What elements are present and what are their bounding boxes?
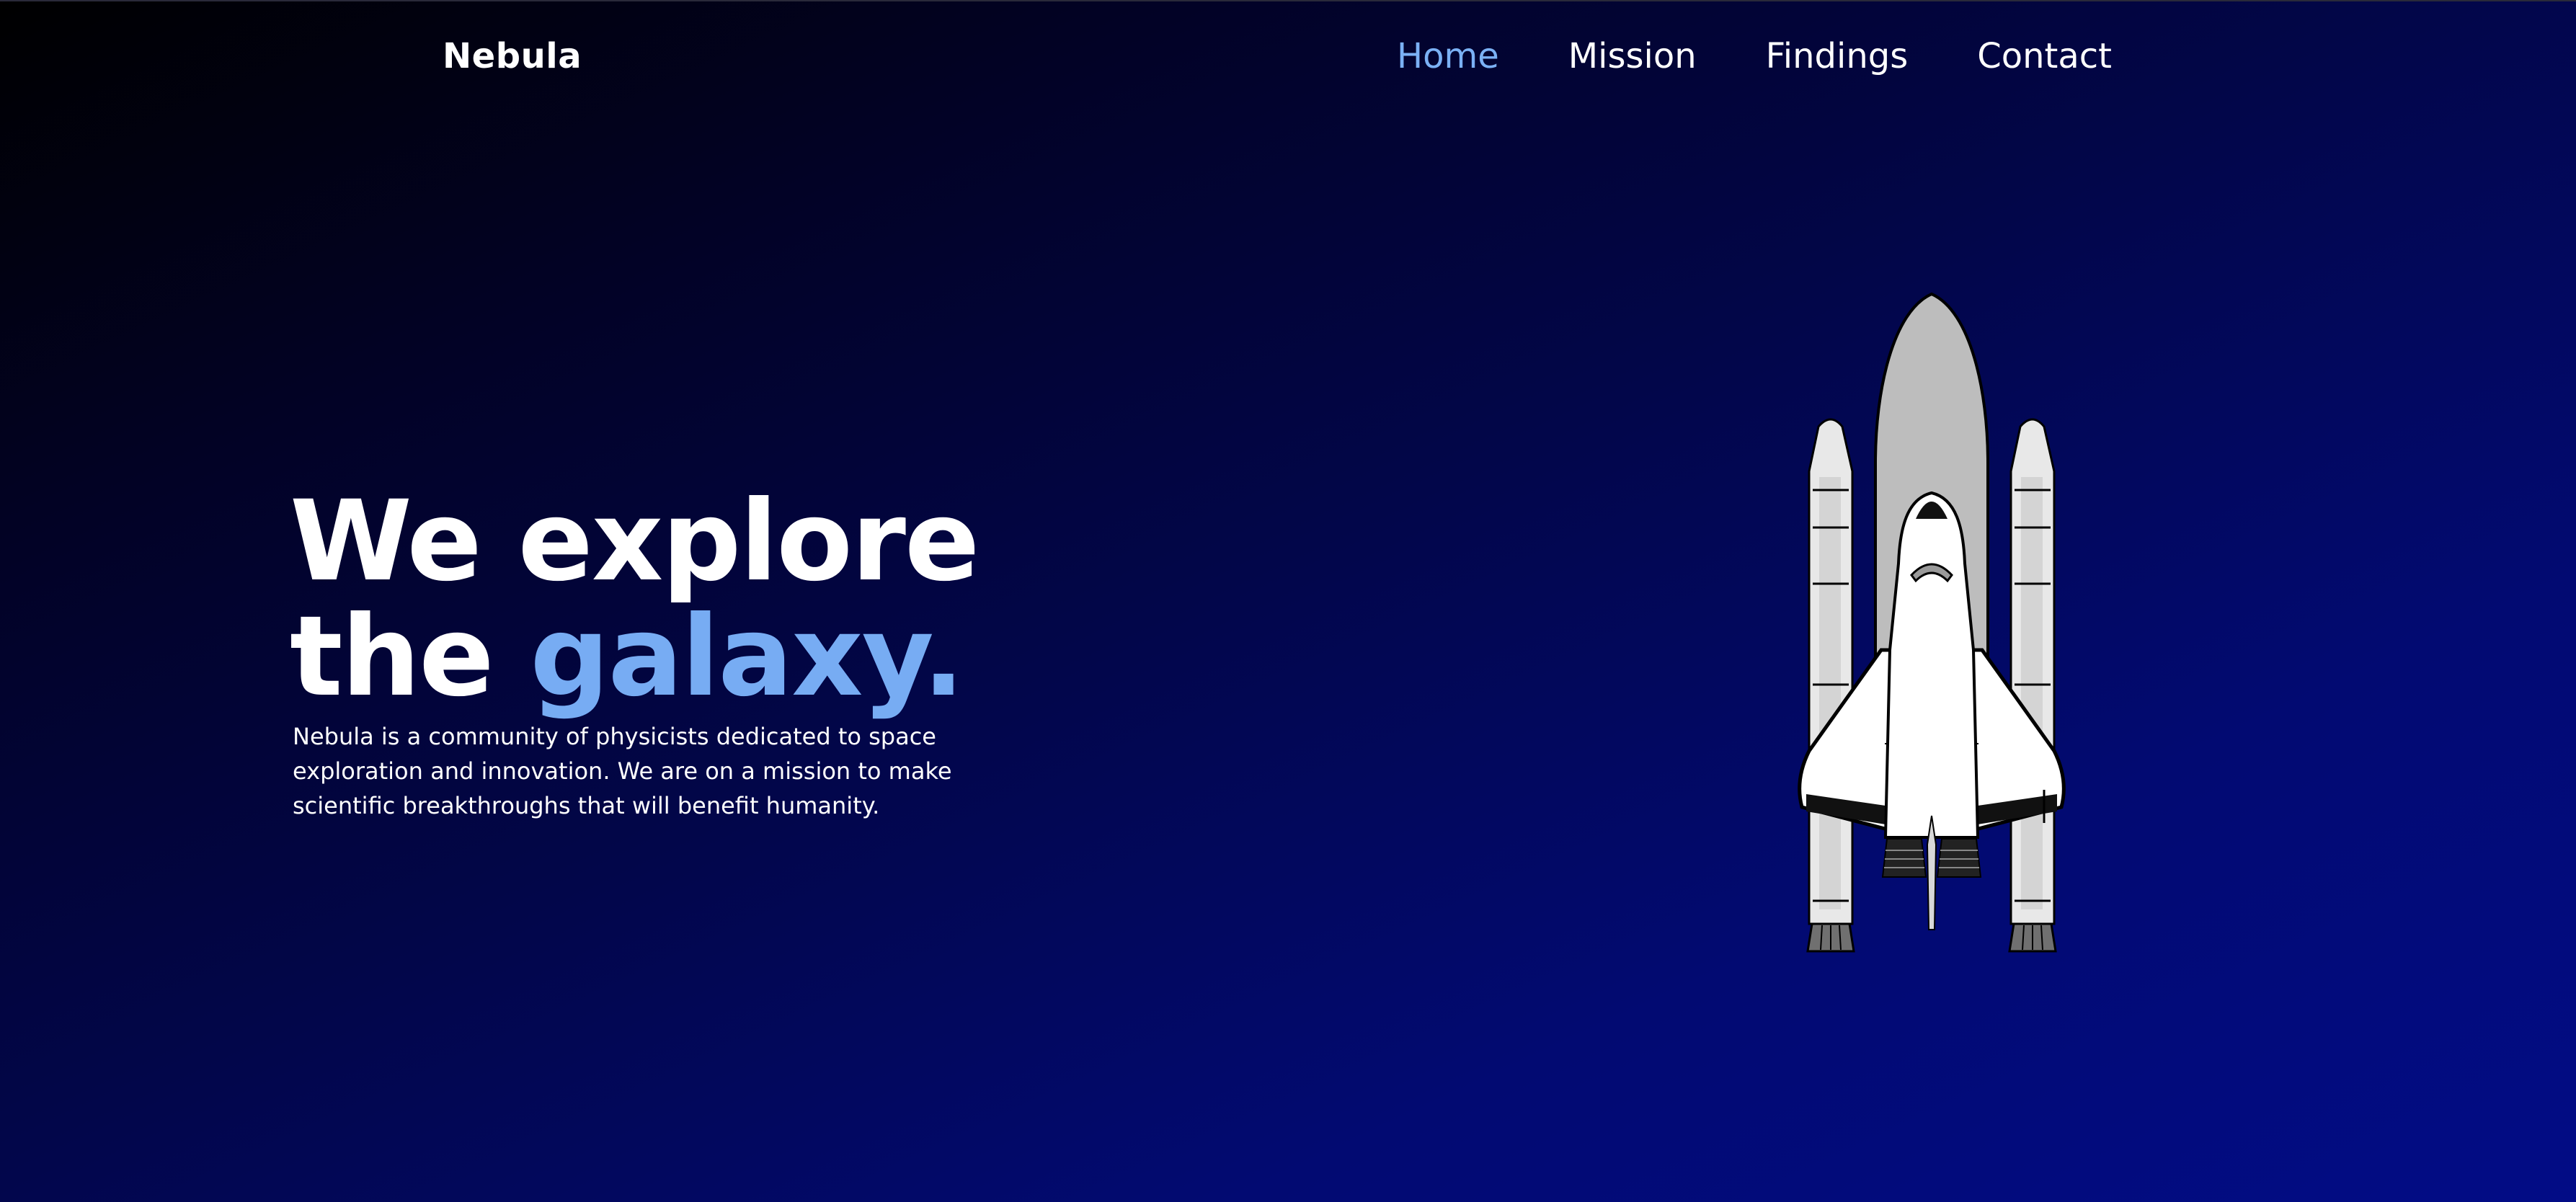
hero-title-line-2: the galaxy. <box>290 600 978 715</box>
nav-item-contact[interactable]: Contact <box>1977 33 2112 79</box>
hero-title-line-1: We explore <box>290 477 980 606</box>
nav-item-home[interactable]: Home <box>1397 33 1499 79</box>
space-shuttle-icon <box>1798 292 2066 953</box>
nav-item-findings[interactable]: Findings <box>1766 33 1909 79</box>
window-top-border <box>0 0 2576 1</box>
hero-title-accent: galaxy. <box>530 592 964 721</box>
hero-title-prefix: the <box>290 592 530 721</box>
nav-item-mission[interactable]: Mission <box>1568 33 1697 79</box>
main-nav: Home Mission Findings Contact <box>1397 33 2112 79</box>
hero-title: We explore the galaxy. <box>290 477 980 715</box>
hero-description: Nebula is a community of physicists dedi… <box>293 723 952 819</box>
brand-logo[interactable]: Nebula <box>443 33 582 79</box>
